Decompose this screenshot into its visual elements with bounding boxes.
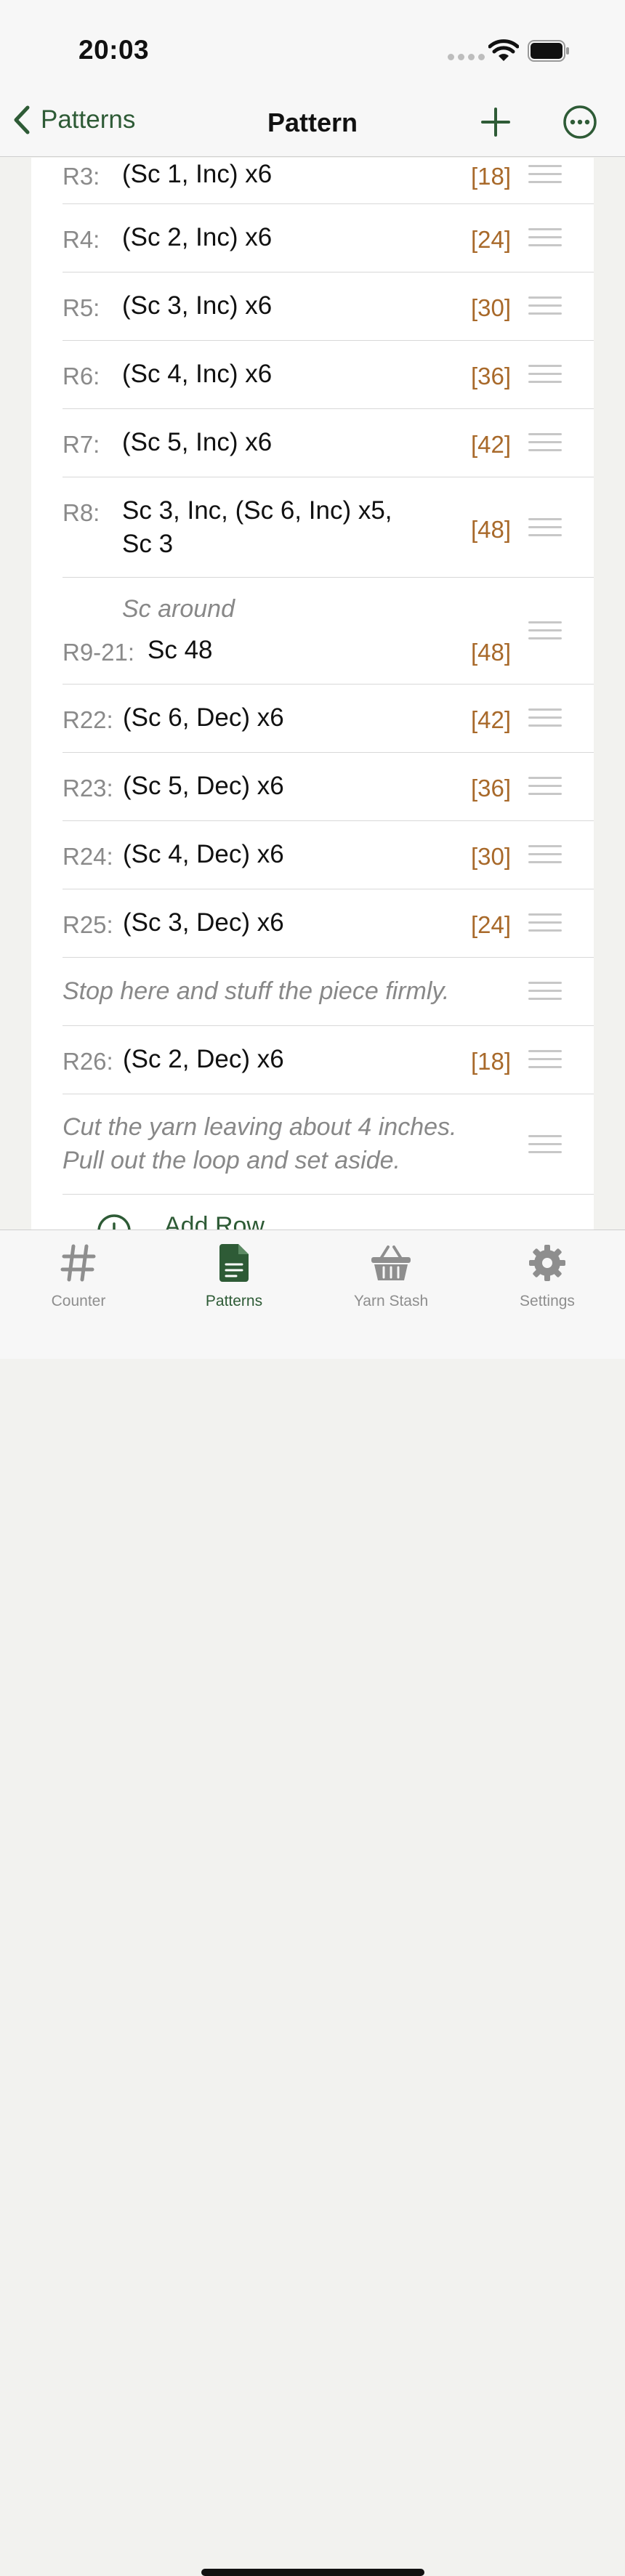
rows-card: R3: (Sc 1, Inc) x6 [18] R4: (Sc 2, Inc) …: [31, 158, 594, 1230]
row-label: R4:: [62, 226, 100, 253]
basket-icon: [371, 1245, 411, 1280]
page-title: Pattern: [267, 108, 358, 137]
row-label: R8:: [62, 499, 100, 526]
tab-label: Yarn Stash: [353, 1293, 429, 1309]
stitch-count: [48]: [470, 516, 511, 543]
drag-handle-icon[interactable]: [528, 365, 562, 389]
row-label: R5:: [62, 294, 100, 321]
tab-settings[interactable]: Settings: [489, 1239, 605, 1310]
drag-handle-icon[interactable]: [528, 621, 562, 645]
row-note-line-2: Pull out the loop and set aside.: [62, 1147, 400, 1174]
row-label: R24:: [62, 843, 113, 870]
tab-counter[interactable]: Counter: [20, 1239, 137, 1310]
stitch-count: [30]: [470, 843, 511, 870]
add-icon[interactable]: [480, 106, 512, 138]
stitch-count: [48]: [470, 639, 511, 666]
stitch-count: [42]: [470, 706, 511, 733]
stitch-count: [30]: [470, 294, 511, 321]
stitch-count: [36]: [470, 363, 511, 389]
row-instruction: (Sc 2, Inc) x6: [122, 223, 273, 251]
tab-label: Settings: [520, 1293, 575, 1309]
drag-handle-icon[interactable]: [528, 777, 562, 801]
row-instruction: (Sc 4, Dec) x6: [123, 840, 284, 868]
tab-yarn-stash[interactable]: Yarn Stash: [333, 1239, 449, 1310]
row-instruction: (Sc 5, Inc) x6: [122, 428, 273, 456]
home-indicator: [201, 2569, 424, 2576]
row-note: Sc around: [122, 595, 235, 623]
drag-handle-icon[interactable]: [528, 433, 562, 457]
drag-handle-icon[interactable]: [528, 165, 562, 189]
row-label: R23:: [62, 775, 113, 802]
row-label: R9-21:: [62, 639, 135, 666]
row-note: Stop here and stuff the piece firmly.: [62, 977, 450, 1005]
row-label: R6:: [62, 363, 100, 389]
plus-circle-icon: [97, 1214, 131, 1230]
row-item[interactable]: R8: Sc 3, Inc, (Sc 6, Inc) x5, Sc 3 [48]: [62, 477, 594, 578]
drag-handle-icon[interactable]: [528, 1050, 562, 1074]
note-item[interactable]: Cut the yarn leaving about 4 inches. Pul…: [62, 1094, 594, 1195]
drag-handle-icon[interactable]: [528, 845, 562, 869]
stitch-count: [24]: [470, 226, 511, 253]
tab-label: Patterns: [205, 1293, 263, 1309]
status-bar: 20:03: [0, 0, 625, 87]
row-label: R26:: [62, 1048, 113, 1075]
tab-label: Counter: [51, 1293, 106, 1309]
row-label: R22:: [62, 706, 113, 733]
document-icon: [219, 1244, 249, 1282]
tab-bar: Counter Patterns Yarn Stash Settings: [0, 1230, 625, 2576]
note-item[interactable]: Stop here and stuff the piece firmly.: [62, 958, 594, 1026]
row-instruction: (Sc 6, Dec) x6: [123, 703, 284, 732]
row-item[interactable]: R26: (Sc 2, Dec) x6 [18]: [62, 1026, 594, 1094]
drag-handle-icon[interactable]: [528, 708, 562, 732]
stitch-count: [18]: [470, 163, 511, 190]
row-instruction: (Sc 1, Inc) x6: [122, 160, 273, 188]
row-instruction: (Sc 4, Inc) x6: [122, 360, 273, 388]
row-instruction: (Sc 2, Dec) x6: [123, 1045, 284, 1073]
battery-icon: [528, 40, 569, 62]
stitch-count: [18]: [470, 1048, 511, 1075]
cellular-signal-icon: [448, 54, 485, 60]
drag-handle-icon[interactable]: [528, 1135, 562, 1159]
row-item[interactable]: R7: (Sc 5, Inc) x6 [42]: [62, 409, 594, 477]
row-item[interactable]: Sc around R9-21: Sc 48 [48]: [62, 578, 594, 685]
stitch-count: [24]: [470, 911, 511, 938]
row-label: R3:: [62, 163, 100, 190]
status-time: 20:03: [78, 35, 150, 65]
gear-icon: [529, 1245, 565, 1281]
stitch-count: [36]: [470, 775, 511, 802]
add-row-button[interactable]: Add Row: [66, 1195, 594, 1230]
row-instruction: (Sc 3, Dec) x6: [123, 908, 284, 937]
navigation-bar: Patterns Pattern: [0, 87, 625, 157]
row-item[interactable]: R5: (Sc 3, Inc) x6 [30]: [62, 272, 594, 341]
drag-handle-icon[interactable]: [528, 518, 562, 542]
add-row-label: Add Row: [164, 1212, 265, 1230]
row-label: R25:: [62, 911, 113, 938]
row-item[interactable]: R25: (Sc 3, Dec) x6 [24]: [62, 889, 594, 958]
more-options-icon[interactable]: [562, 105, 597, 140]
row-instruction: (Sc 3, Inc) x6: [122, 291, 273, 320]
row-item[interactable]: R3: (Sc 1, Inc) x6 [18]: [62, 158, 594, 204]
row-note-line-1: Cut the yarn leaving about 4 inches.: [62, 1113, 457, 1141]
row-instruction-line-2: Sc 3: [122, 530, 174, 558]
row-item[interactable]: R24: (Sc 4, Dec) x6 [30]: [62, 821, 594, 889]
row-instruction: Sc 48: [148, 636, 213, 664]
drag-handle-icon[interactable]: [528, 913, 562, 937]
row-item[interactable]: R4: (Sc 2, Inc) x6 [24]: [62, 204, 594, 272]
drag-handle-icon[interactable]: [528, 982, 562, 1006]
drag-handle-icon[interactable]: [528, 296, 562, 320]
stitch-count: [42]: [470, 431, 511, 458]
drag-handle-icon[interactable]: [528, 228, 562, 252]
tab-patterns[interactable]: Patterns: [176, 1239, 292, 1310]
pattern-list[interactable]: R3: (Sc 1, Inc) x6 [18] R4: (Sc 2, Inc) …: [0, 158, 625, 1230]
row-item[interactable]: R22: (Sc 6, Dec) x6 [42]: [62, 685, 594, 753]
row-item[interactable]: R23: (Sc 5, Dec) x6 [36]: [62, 753, 594, 821]
wifi-icon: [488, 39, 519, 61]
row-instruction: (Sc 5, Dec) x6: [123, 772, 284, 800]
row-instruction-line-1: Sc 3, Inc, (Sc 6, Inc) x5,: [122, 496, 392, 525]
row-item[interactable]: R6: (Sc 4, Inc) x6 [36]: [62, 341, 594, 409]
hash-icon: [60, 1244, 96, 1282]
row-label: R7:: [62, 431, 100, 458]
